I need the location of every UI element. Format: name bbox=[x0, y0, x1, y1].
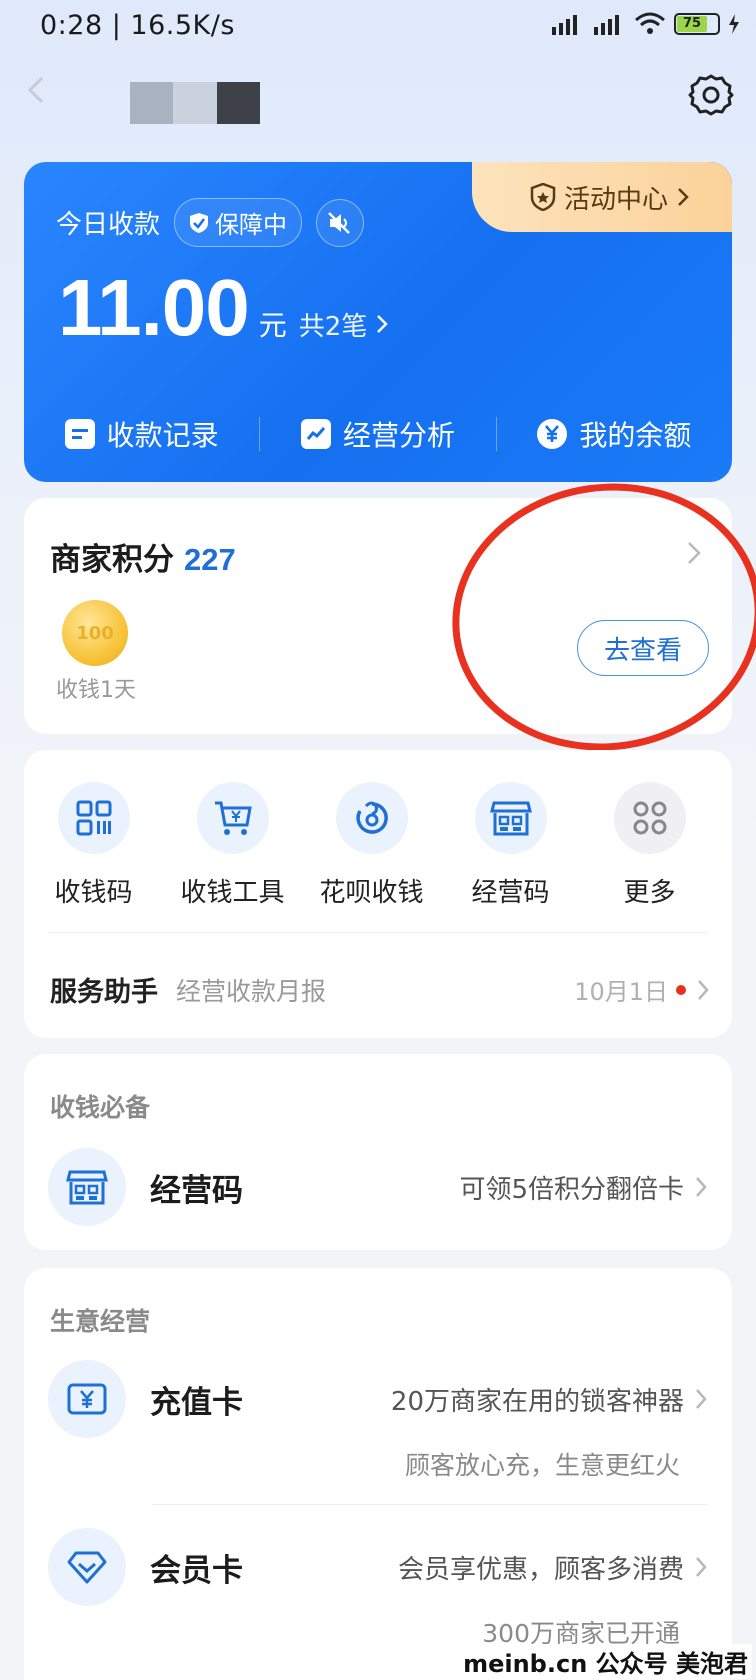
points-value: 227 bbox=[184, 542, 236, 577]
shield-star-icon bbox=[530, 183, 556, 211]
cart-yuan-icon bbox=[196, 782, 269, 854]
divider bbox=[152, 1504, 708, 1505]
chevron-right-icon bbox=[377, 315, 389, 333]
back-arrow-icon[interactable] bbox=[22, 70, 52, 110]
today-income-card: 活动中心 今日收款 保障中 11.00 元 共2笔 收款记录 经营分析 我的余额 bbox=[24, 162, 732, 482]
chevron-right-icon bbox=[694, 1175, 708, 1199]
my-balance-button[interactable]: 我的余额 bbox=[497, 414, 732, 454]
points-title: 商家积分 227 bbox=[50, 534, 236, 579]
points-title-label: 商家积分 bbox=[50, 542, 174, 578]
chevron-right-icon bbox=[694, 1555, 708, 1579]
status-time: 0:28 | 16.5K/s bbox=[40, 10, 235, 41]
tool-label: 收钱工具 bbox=[180, 878, 285, 908]
divider bbox=[48, 932, 708, 933]
assistant-subtitle: 经营收款月报 bbox=[176, 976, 327, 1006]
item-desc: 20万商家在用的锁客神器 bbox=[390, 1386, 684, 1417]
tools-row: 收钱码 收钱工具 花呗收钱 经营码 更多 bbox=[24, 782, 732, 909]
tool-label: 经营码 bbox=[471, 878, 550, 908]
business-analysis-button[interactable]: 经营分析 bbox=[260, 414, 495, 454]
battery-level: 75 bbox=[677, 16, 707, 32]
tool-more[interactable]: 更多 bbox=[580, 782, 719, 909]
item-title: 经营码 bbox=[150, 1172, 243, 1209]
section-title: 生意经营 bbox=[50, 1307, 151, 1336]
activity-center-button[interactable]: 活动中心 bbox=[472, 162, 732, 232]
service-assistant-row[interactable]: 服务助手 经营收款月报 10月1日 bbox=[50, 970, 710, 1009]
tool-label: 更多 bbox=[623, 878, 676, 908]
amount-value: 11.00 bbox=[58, 263, 250, 352]
recharge-card-row[interactable]: 充值卡 20万商家在用的锁客神器 bbox=[48, 1360, 708, 1438]
gold-coin-icon: 100 bbox=[62, 600, 128, 666]
payment-essentials-card: 收钱必备 经营码 可领5倍积分翻倍卡 bbox=[24, 1054, 732, 1250]
member-card-row[interactable]: 会员卡 会员享优惠，顾客多消费 bbox=[48, 1528, 708, 1606]
transaction-count: 共2笔 bbox=[298, 312, 368, 342]
my-balance-label: 我的余额 bbox=[579, 419, 692, 452]
tool-label: 收钱码 bbox=[54, 878, 133, 908]
status-icons: 75 bbox=[542, 12, 740, 36]
chevron-right-icon bbox=[678, 188, 689, 206]
coin-label: 收钱1天 bbox=[56, 678, 136, 703]
coin-value: 100 bbox=[76, 622, 114, 644]
tool-payment-tools[interactable]: 收钱工具 bbox=[163, 782, 302, 909]
business-analysis-label: 经营分析 bbox=[342, 419, 455, 452]
chevron-right-icon[interactable] bbox=[686, 540, 702, 566]
watermark: meinb.cn 公众号 美泡君 bbox=[459, 1644, 752, 1679]
analysis-chart-icon bbox=[300, 419, 331, 449]
unread-dot bbox=[676, 984, 686, 995]
protection-badge[interactable]: 保障中 bbox=[174, 198, 303, 247]
amount-unit: 元 bbox=[258, 309, 287, 342]
business-operations-card: 生意经营 充值卡 20万商家在用的锁客神器 顾客放心充，生意更红火 会员卡 会员… bbox=[24, 1268, 732, 1680]
yuan-coin-icon bbox=[537, 419, 568, 449]
item-desc: 可领5倍积分翻倍卡 bbox=[459, 1174, 684, 1205]
speaker-muted-icon bbox=[328, 211, 350, 234]
item-subtitle: 顾客放心充，生意更红火 bbox=[404, 1451, 680, 1480]
tool-receive-code[interactable]: 收钱码 bbox=[24, 782, 163, 909]
signal-icon bbox=[552, 15, 577, 35]
tool-label: 花呗收钱 bbox=[319, 878, 424, 908]
view-points-button[interactable]: 去查看 bbox=[577, 620, 709, 676]
more-grid-icon bbox=[613, 782, 686, 854]
diamond-heart-icon bbox=[48, 1528, 126, 1606]
item-title: 充值卡 bbox=[150, 1384, 243, 1421]
store-qr-icon bbox=[474, 782, 547, 854]
battery-icon: 75 bbox=[674, 13, 720, 35]
merchant-name-blurred bbox=[130, 82, 260, 124]
yuan-card-icon bbox=[48, 1360, 126, 1438]
merchant-points-card[interactable]: 商家积分 227 100 收钱1天 去查看 bbox=[24, 498, 732, 734]
store-qr-icon bbox=[48, 1148, 126, 1226]
assistant-title: 服务助手 bbox=[50, 977, 158, 1008]
status-bar: 0:28 | 16.5K/s 75 bbox=[0, 0, 756, 56]
payment-tools-card: 收钱码 收钱工具 花呗收钱 经营码 更多 服务助手 经营收款月报 10月1日 bbox=[24, 750, 732, 1038]
today-label: 今日收款 bbox=[56, 210, 161, 240]
charging-icon bbox=[729, 14, 739, 34]
activity-center-label: 活动中心 bbox=[564, 184, 669, 215]
item-desc: 会员享优惠，顾客多消费 bbox=[397, 1554, 684, 1585]
section-title: 收钱必备 bbox=[50, 1093, 151, 1122]
assistant-date: 10月1日 bbox=[574, 978, 668, 1006]
wifi-icon bbox=[635, 12, 665, 34]
chevron-right-icon bbox=[694, 1387, 708, 1411]
qr-code-icon bbox=[57, 782, 130, 854]
today-amount[interactable]: 11.00 元 共2笔 bbox=[58, 262, 389, 354]
business-code-row[interactable]: 经营码 可领5倍积分翻倍卡 bbox=[48, 1148, 708, 1226]
mute-toggle[interactable] bbox=[316, 198, 365, 247]
chevron-right-icon bbox=[698, 979, 709, 1000]
signal-icon-2 bbox=[594, 15, 619, 35]
receipt-records-button[interactable]: 收款记录 bbox=[24, 414, 259, 454]
receipt-records-label: 收款记录 bbox=[106, 419, 219, 452]
tool-huabei[interactable]: 花呗收钱 bbox=[302, 782, 441, 909]
protection-label: 保障中 bbox=[215, 211, 288, 239]
shield-check-icon bbox=[190, 212, 209, 233]
today-header: 今日收款 保障中 bbox=[56, 198, 365, 247]
item-title: 会员卡 bbox=[150, 1552, 243, 1589]
tool-business-code[interactable]: 经营码 bbox=[441, 782, 580, 909]
summary-actions: 收款记录 经营分析 我的余额 bbox=[24, 406, 732, 462]
receipt-icon bbox=[64, 419, 95, 449]
settings-gear-icon[interactable] bbox=[688, 72, 734, 118]
huabei-icon bbox=[335, 782, 408, 854]
